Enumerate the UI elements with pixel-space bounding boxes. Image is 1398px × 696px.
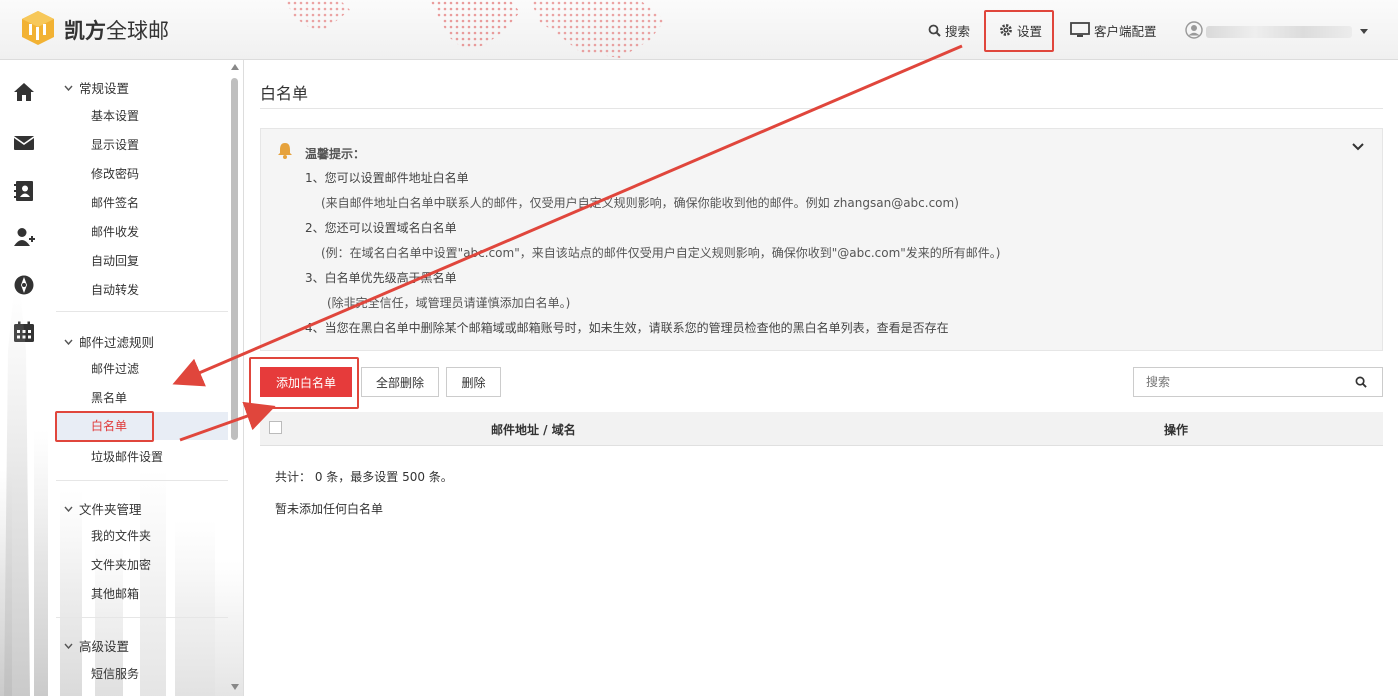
add-whitelist-button[interactable]: 添加白名单 xyxy=(260,367,352,397)
sidebar-item-auto-reply[interactable]: 自动回复 xyxy=(91,252,139,269)
add-user-icon[interactable] xyxy=(13,226,35,248)
tips-title: 温馨提示： xyxy=(305,147,366,161)
tips-line-1-detail: (来自邮件地址白名单中联系人的邮件，仅受用户自定义规则影响，确保你能收到他的邮件… xyxy=(321,196,959,210)
sidebar-group-label: 邮件过滤规则 xyxy=(79,335,155,350)
sidebar-item-whitelist[interactable]: 白名单 xyxy=(55,412,228,440)
gear-icon xyxy=(1000,24,1012,36)
sidebar-item-folder-encryption[interactable]: 文件夹加密 xyxy=(91,556,151,573)
search-icon xyxy=(928,24,941,37)
search-input[interactable] xyxy=(1133,367,1341,397)
sidebar-item-my-folders[interactable]: 我的文件夹 xyxy=(91,527,151,544)
sidebar-item-other-mailboxes[interactable]: 其他邮箱 xyxy=(91,585,139,602)
tips-line-2-detail: (例：在域名白名单中设置"abc.com"，来自该站点的邮件仅受用户自定义规则影… xyxy=(321,246,1001,260)
delete-all-button[interactable]: 全部删除 xyxy=(361,367,439,397)
column-header-address: 邮件地址 / 域名 xyxy=(491,423,576,437)
sidebar-item-auto-forward[interactable]: 自动转发 xyxy=(91,281,139,298)
sidebar-item-sms-service[interactable]: 短信服务 xyxy=(91,665,139,682)
sidebar-item-basic-settings[interactable]: 基本设置 xyxy=(91,107,139,124)
chevron-down-icon xyxy=(64,506,73,512)
sidebar-group-label: 高级设置 xyxy=(79,639,130,654)
table-header: 邮件地址 / 域名 操作 xyxy=(260,412,1383,446)
tips-line-3-detail: (除非完全信任，域管理员请谨慎添加白名单。) xyxy=(327,296,571,310)
user-name-redacted xyxy=(1206,26,1352,38)
tips-line-1: 1、您可以设置邮件地址白名单 xyxy=(305,171,469,185)
sidebar-divider xyxy=(56,480,228,481)
scroll-down-arrow-icon[interactable] xyxy=(231,684,239,690)
header-client-config-label: 客户端配置 xyxy=(1094,23,1157,39)
chevron-down-icon xyxy=(64,643,73,649)
search-icon xyxy=(1355,376,1367,388)
contacts-icon[interactable] xyxy=(13,180,35,202)
sidebar-group-advanced[interactable]: 高级设置 xyxy=(64,636,129,655)
empty-state-text: 暂未添加任何白名单 xyxy=(275,502,384,516)
world-map-decoration xyxy=(285,0,665,58)
brand-logo-icon xyxy=(22,11,54,45)
sidebar-divider xyxy=(56,311,228,312)
search-button[interactable] xyxy=(1340,367,1383,397)
chevron-down-icon[interactable] xyxy=(1360,29,1368,34)
monitor-icon xyxy=(1070,22,1090,37)
sidebar-divider xyxy=(56,617,228,618)
sidebar-item-blacklist[interactable]: 黑名单 xyxy=(91,389,127,406)
sidebar-group-general[interactable]: 常规设置 xyxy=(64,78,129,97)
avatar-icon xyxy=(1185,21,1203,39)
header-client-config-link[interactable]: 客户端配置 xyxy=(1070,0,1157,59)
tips-line-3: 3、白名单优先级高于黑名单 xyxy=(305,271,457,285)
tips-line-2: 2、您还可以设置域名白名单 xyxy=(305,221,457,235)
chevron-down-icon xyxy=(64,339,73,345)
delete-button[interactable]: 删除 xyxy=(446,367,501,397)
sidebar-item-mail-filter[interactable]: 邮件过滤 xyxy=(91,360,139,377)
list-summary: 共计： 0 条，最多设置 500 条。 xyxy=(275,470,453,484)
brand-name: 凯方全球邮 xyxy=(64,19,169,43)
scroll-up-arrow-icon[interactable] xyxy=(231,64,239,70)
mail-icon[interactable] xyxy=(13,132,35,154)
title-divider xyxy=(260,108,1383,109)
sidebar-scrollbar-thumb[interactable] xyxy=(231,78,238,440)
sidebar-item-send-receive[interactable]: 邮件收发 xyxy=(91,223,139,240)
header-settings-label: 设置 xyxy=(1017,23,1043,39)
tips-line-4: 4、当您在黑白名单中删除某个邮箱域或邮箱账号时，如未生效，请联系您的管理员检查他… xyxy=(305,321,949,335)
chevron-down-icon[interactable] xyxy=(1352,143,1364,151)
header-search-link[interactable]: 搜索 xyxy=(928,0,971,59)
header-settings-link[interactable]: 设置 xyxy=(999,0,1043,59)
sidebar-group-label: 文件夹管理 xyxy=(79,502,142,517)
column-header-action: 操作 xyxy=(1164,423,1189,437)
sidebar-item-signature[interactable]: 邮件签名 xyxy=(91,194,139,211)
sidebar-item-display-settings[interactable]: 显示设置 xyxy=(91,136,139,153)
bell-icon xyxy=(278,143,292,159)
user-menu[interactable] xyxy=(1185,0,1207,59)
sidebar-group-filter-rules[interactable]: 邮件过滤规则 xyxy=(64,332,154,351)
page-title: 白名单 xyxy=(260,84,309,103)
sidebar-item-change-password[interactable]: 修改密码 xyxy=(91,165,139,182)
settings-sidebar: 常规设置 基本设置 显示设置 修改密码 邮件签名 邮件收发 自动回复 自动转发 … xyxy=(46,60,244,696)
top-header: 凯方全球邮 搜索 设置 客户端配置 xyxy=(0,0,1398,60)
chevron-down-icon xyxy=(64,85,73,91)
select-all-checkbox[interactable] xyxy=(269,421,282,434)
home-icon[interactable] xyxy=(13,81,35,103)
header-search-label: 搜索 xyxy=(945,23,971,39)
tips-panel: 温馨提示： 1、您可以设置邮件地址白名单 (来自邮件地址白名单中联系人的邮件，仅… xyxy=(260,128,1383,351)
sidebar-group-folders[interactable]: 文件夹管理 xyxy=(64,499,142,518)
sidebar-item-spam-settings[interactable]: 垃圾邮件设置 xyxy=(91,448,163,465)
sidebar-group-label: 常规设置 xyxy=(79,81,130,96)
